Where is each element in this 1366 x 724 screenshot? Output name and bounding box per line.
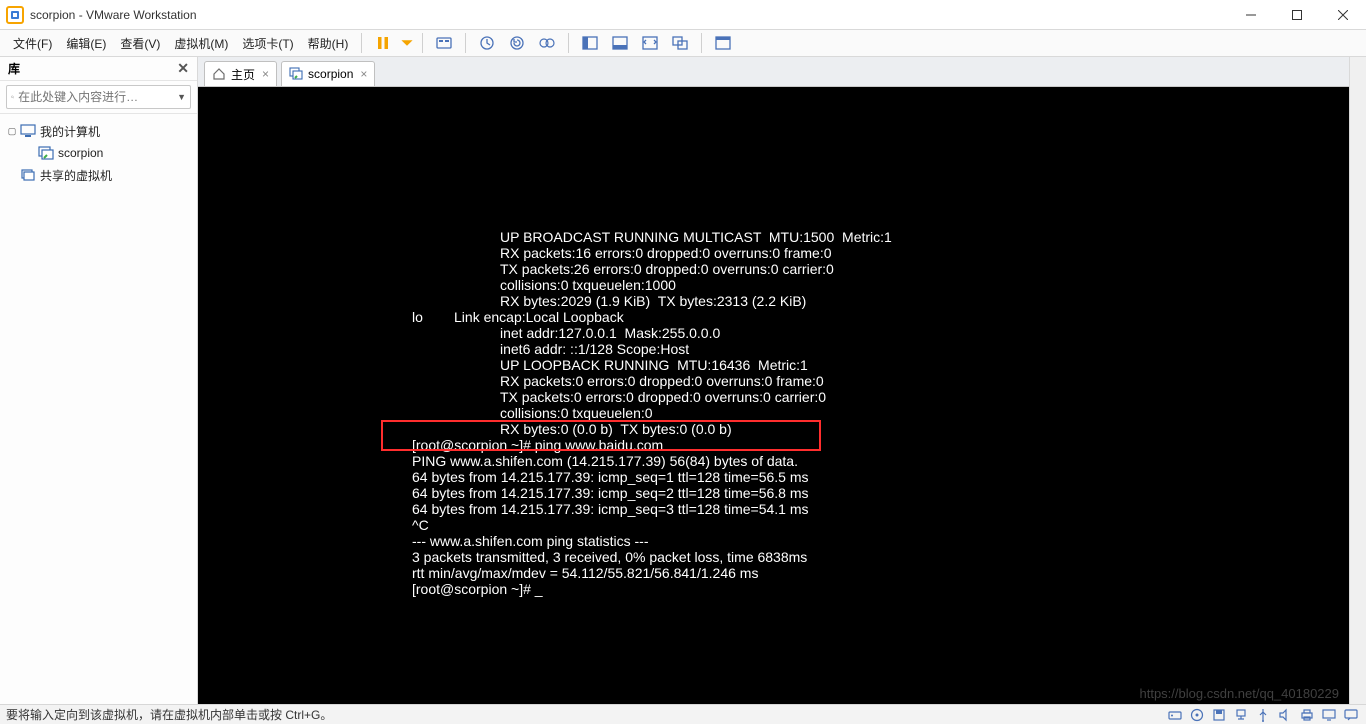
snapshot-revert-button[interactable] [504, 31, 530, 55]
menu-view[interactable]: 查看(V) [113, 31, 167, 56]
status-bar: 要将输入定向到该虚拟机，请在虚拟机内部单击或按 Ctrl+G。 [0, 704, 1366, 724]
toolbar-separator [701, 33, 702, 53]
library-tree: ▢ 我的计算机 scorpion 共享的虚拟机 [0, 114, 197, 192]
console-line: RX bytes:2029 (1.9 KiB) TX bytes:2313 (2… [198, 293, 1349, 309]
console-line: inet6 addr: ::1/128 Scope:Host [198, 341, 1349, 357]
search-icon [11, 90, 14, 104]
power-group [368, 31, 416, 55]
view-sidebar-button[interactable] [577, 31, 603, 55]
watermark: https://blog.csdn.net/qq_40180229 [1140, 686, 1340, 702]
console-line: lo Link encap:Local Loopback [198, 309, 1349, 325]
pause-button[interactable] [370, 31, 396, 55]
toolbar-separator [422, 33, 423, 53]
tab-scorpion[interactable]: scorpion × [281, 61, 375, 86]
view-console-button[interactable] [607, 31, 633, 55]
console-line: --- www.a.shifen.com ping statistics --- [198, 533, 1349, 549]
console-line: rtt min/avg/max/mdev = 54.112/55.821/56.… [198, 565, 1349, 581]
console-line: UP LOOPBACK RUNNING MTU:16436 Metric:1 [198, 357, 1349, 373]
toolbar-separator [465, 33, 466, 53]
power-dropdown[interactable] [400, 31, 414, 55]
sidebar-close-icon[interactable]: ✕ [177, 60, 189, 77]
console-line: TX packets:26 errors:0 dropped:0 overrun… [198, 261, 1349, 277]
expander-icon[interactable]: ▢ [6, 126, 18, 137]
vm-icon [289, 67, 303, 81]
console-line: PING www.a.shifen.com (14.215.177.39) 56… [198, 453, 1349, 469]
search-input[interactable] [18, 90, 173, 104]
minimize-button[interactable] [1228, 0, 1274, 30]
console-line: 3 packets transmitted, 3 received, 0% pa… [198, 549, 1349, 565]
tree-label: scorpion [58, 146, 103, 160]
tab-label: scorpion [308, 67, 353, 81]
tab-close-icon[interactable]: × [360, 67, 367, 81]
main-area: 主页 × scorpion × UP BROADCAST RUNNING MUL… [198, 57, 1349, 704]
vertical-scrollbar[interactable] [1349, 57, 1366, 704]
view-stretch-button[interactable] [637, 31, 663, 55]
vm-console[interactable]: UP BROADCAST RUNNING MULTICAST MTU:1500 … [198, 87, 1349, 704]
console-line: UP BROADCAST RUNNING MULTICAST MTU:1500 … [198, 229, 1349, 245]
tree-label: 我的计算机 [40, 123, 100, 140]
tree-label: 共享的虚拟机 [40, 167, 112, 184]
tab-home[interactable]: 主页 × [204, 61, 277, 86]
device-printer-icon[interactable] [1298, 707, 1316, 723]
vm-icon [38, 146, 54, 160]
console-line: collisions:0 txqueuelen:0 [198, 405, 1349, 421]
toolbar-separator [361, 33, 362, 53]
console-line: 64 bytes from 14.215.177.39: icmp_seq=1 … [198, 469, 1349, 485]
view-unity-button[interactable] [667, 31, 693, 55]
console-line: TX packets:0 errors:0 dropped:0 overruns… [198, 389, 1349, 405]
library-title: 库 [8, 60, 20, 77]
tab-label: 主页 [231, 66, 255, 83]
tab-close-icon[interactable]: × [262, 67, 269, 81]
home-icon [212, 67, 226, 81]
window-title: scorpion - VMware Workstation [30, 8, 197, 22]
device-cd-icon[interactable] [1188, 707, 1206, 723]
toolbar-separator [568, 33, 569, 53]
menu-tabs[interactable]: 选项卡(T) [235, 31, 300, 56]
device-display-icon[interactable] [1320, 707, 1338, 723]
shared-vm-icon [20, 168, 36, 182]
device-sound-icon[interactable] [1276, 707, 1294, 723]
device-floppy-icon[interactable] [1210, 707, 1228, 723]
library-search[interactable]: ▼ [6, 85, 191, 109]
maximize-button[interactable] [1274, 0, 1320, 30]
status-hint: 要将输入定向到该虚拟机，请在虚拟机内部单击或按 Ctrl+G。 [6, 706, 332, 723]
title-bar: scorpion - VMware Workstation [0, 0, 1366, 30]
console-line: 64 bytes from 14.215.177.39: icmp_seq=3 … [198, 501, 1349, 517]
console-line: inet addr:127.0.0.1 Mask:255.0.0.0 [198, 325, 1349, 341]
console-line: collisions:0 txqueuelen:1000 [198, 277, 1349, 293]
device-message-icon[interactable] [1342, 707, 1360, 723]
tree-vm-scorpion[interactable]: scorpion [4, 142, 193, 164]
console-line: ^C [198, 517, 1349, 533]
close-button[interactable] [1320, 0, 1366, 30]
console-line: RX packets:16 errors:0 dropped:0 overrun… [198, 245, 1349, 261]
snapshot-manager-button[interactable] [534, 31, 560, 55]
device-hdd-icon[interactable] [1166, 707, 1184, 723]
tree-shared-vms[interactable]: 共享的虚拟机 [4, 164, 193, 186]
device-usb-icon[interactable] [1254, 707, 1272, 723]
computer-icon [20, 124, 36, 138]
menu-bar: 文件(F) 编辑(E) 查看(V) 虚拟机(M) 选项卡(T) 帮助(H) [0, 30, 1366, 57]
chevron-down-icon[interactable]: ▼ [177, 92, 186, 102]
menu-help[interactable]: 帮助(H) [301, 31, 356, 56]
menu-file[interactable]: 文件(F) [6, 31, 59, 56]
console-line: RX packets:0 errors:0 dropped:0 overruns… [198, 373, 1349, 389]
snapshot-take-button[interactable] [474, 31, 500, 55]
fullscreen-button[interactable] [710, 31, 736, 55]
device-network-icon[interactable] [1232, 707, 1250, 723]
menu-edit[interactable]: 编辑(E) [59, 31, 113, 56]
console-line: 64 bytes from 14.215.177.39: icmp_seq=2 … [198, 485, 1349, 501]
app-icon [6, 6, 24, 24]
console-line: [root@scorpion ~]# _ [198, 581, 1349, 597]
tab-strip: 主页 × scorpion × [198, 57, 1349, 87]
send-ctrl-alt-del-button[interactable] [431, 31, 457, 55]
highlight-box [381, 420, 821, 451]
library-sidebar: 库 ✕ ▼ ▢ 我的计算机 scorpion [0, 57, 198, 704]
tree-my-computer[interactable]: ▢ 我的计算机 [4, 120, 193, 142]
menu-vm[interactable]: 虚拟机(M) [167, 31, 235, 56]
